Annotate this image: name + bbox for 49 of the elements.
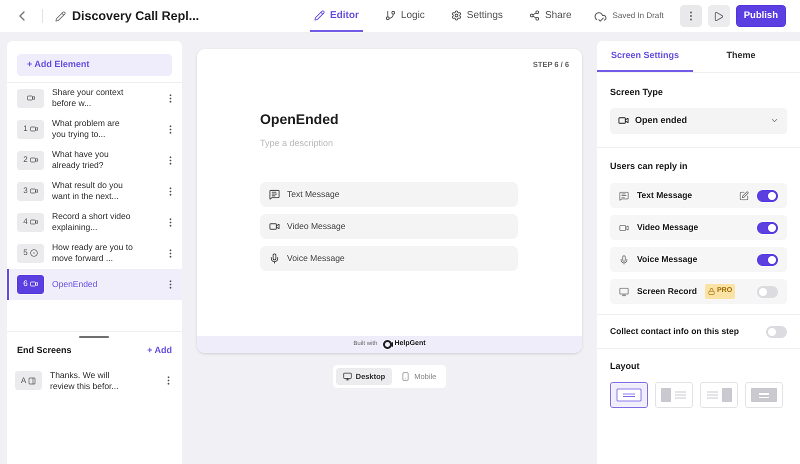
layout-label: Layout — [610, 360, 641, 373]
screen-type-label: Screen Type — [610, 86, 664, 99]
element-badge: 5 — [17, 244, 44, 263]
element-label: OpenEnded — [52, 278, 98, 290]
reply-option[interactable]: Voice Message — [260, 246, 518, 271]
element-item[interactable]: Share your context before w... — [7, 82, 182, 114]
element-item[interactable]: 4 Record a short video explaining... — [7, 206, 182, 238]
element-badge: 3 — [17, 182, 44, 201]
element-label: What result do you want in the next... — [52, 180, 124, 202]
publish-button[interactable]: Publish — [736, 5, 786, 27]
element-label: Thanks. We will review this befor... — [50, 370, 120, 392]
element-item[interactable]: 3 What result do you want in the next... — [7, 176, 182, 207]
element-badge: A — [15, 371, 42, 390]
reply-option[interactable]: Text Message — [260, 182, 518, 207]
question-title: OpenEnded — [260, 110, 340, 129]
survey-title: Discovery Call Repl... — [72, 8, 200, 25]
element-label: What problem are you trying to... — [52, 118, 121, 140]
add-element-button[interactable]: + Add Element — [17, 54, 172, 76]
nav-tab[interactable]: Share — [524, 0, 576, 32]
reply-section-label: Users can reply in — [610, 160, 689, 173]
element-item[interactable]: 6 OpenEnded — [7, 268, 182, 300]
screen-type-dropdown[interactable]: Open ended — [610, 108, 787, 134]
element-label: How ready are you to move forward ... — [52, 242, 134, 264]
end-screens-heading: End Screens — [17, 344, 72, 357]
reply-setting-label: Screen Record — [637, 285, 697, 298]
reply-setting-label: Video Message — [637, 221, 698, 234]
element-item[interactable]: 1 What problem are you trying to... — [7, 114, 182, 145]
add-end-screen-link[interactable]: + Add — [147, 344, 172, 358]
element-item[interactable]: 5 How ready are you to move forward ... — [7, 238, 182, 269]
element-label: Record a short video explaining... — [52, 211, 132, 234]
nav-tab[interactable]: Settings — [446, 0, 507, 32]
panel-tab[interactable]: Theme — [693, 41, 789, 72]
panel-tab[interactable]: Screen Settings — [597, 41, 693, 72]
end-screen-item[interactable]: A Thanks. We will review this befor... — [15, 365, 174, 396]
nav-tab[interactable]: Editor — [310, 0, 363, 32]
element-badge: 1 — [17, 120, 44, 139]
reply-setting-label: Voice Message — [637, 253, 698, 266]
element-label: Share your context before w... — [52, 87, 124, 110]
contact-info-label: Collect contact info on this step — [610, 325, 739, 338]
element-badge: 2 — [17, 150, 44, 170]
description-field[interactable]: Type a description — [260, 137, 460, 150]
element-item[interactable]: 2 What have you already tried? — [7, 144, 182, 176]
element-label: What have you already tried? — [52, 149, 110, 172]
nav-tab[interactable]: Logic — [380, 0, 429, 32]
reply-option[interactable]: Video Message — [260, 214, 518, 239]
element-badge: 4 — [17, 212, 44, 232]
save-status: Saved In Draft — [612, 10, 664, 22]
reply-setting-label: Text Message — [637, 189, 692, 202]
element-badge: 6 — [17, 274, 44, 294]
